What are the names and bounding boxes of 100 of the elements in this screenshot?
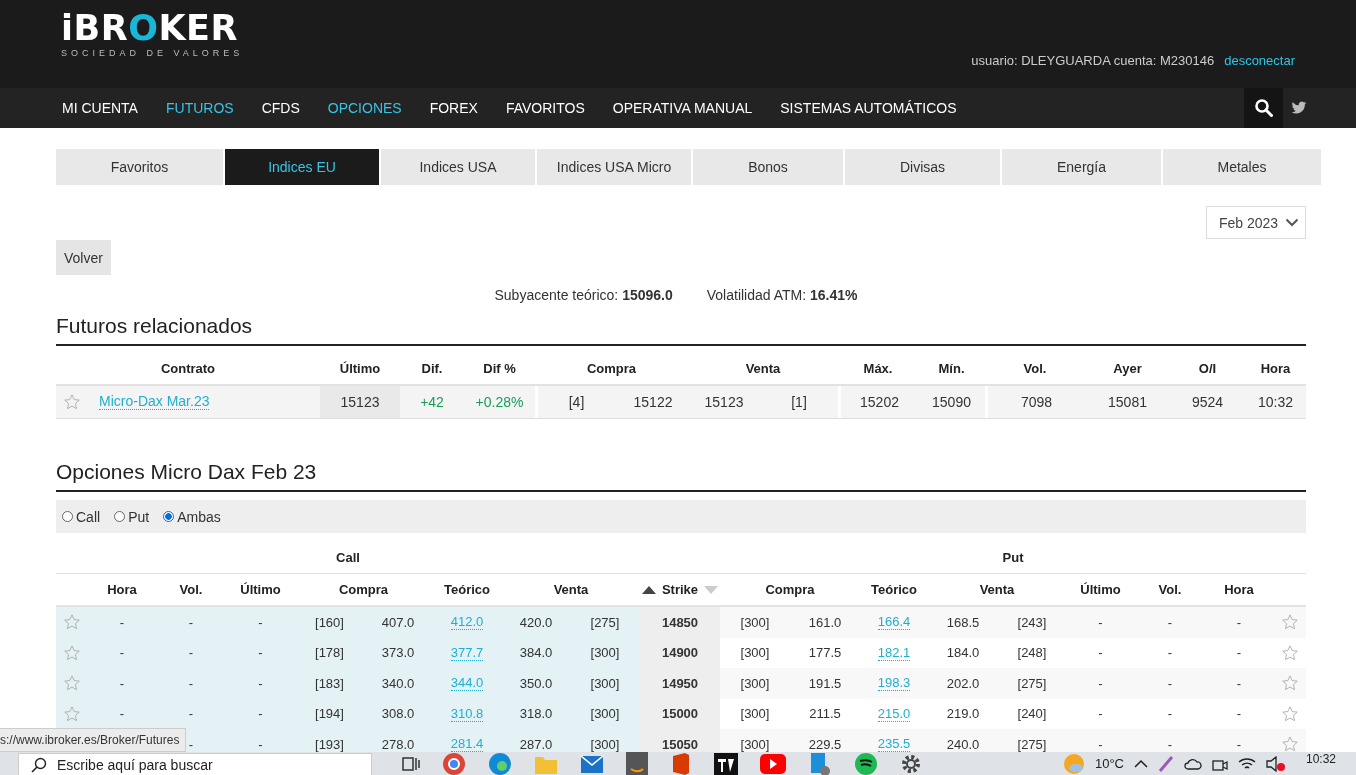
table-cell-text: 15122	[632, 393, 674, 412]
table-cell: -	[188, 736, 194, 752]
chart-app-icon[interactable]	[714, 752, 738, 775]
star-icon[interactable]	[63, 704, 81, 723]
column-header: O/I	[1197, 359, 1218, 378]
nav-menu-item[interactable]: OPERATIVA MANUAL	[612, 100, 753, 116]
wifi-icon[interactable]	[1237, 755, 1256, 772]
status-url-tooltip: s://www.ibroker.es/Broker/Futures	[0, 728, 187, 752]
star-icon[interactable]	[1280, 613, 1299, 632]
table-cell: [300]	[590, 675, 620, 691]
nav-menu-item[interactable]: FAVORITOS	[505, 100, 585, 116]
category-tab[interactable]: Energía	[1002, 149, 1161, 185]
office-app-icon[interactable]	[670, 752, 692, 775]
browser-icon[interactable]	[488, 752, 512, 775]
table-cell: 15090	[932, 394, 971, 410]
nav-menu-item[interactable]: FOREX	[429, 100, 478, 116]
music-app-icon[interactable]	[854, 752, 878, 775]
star-icon[interactable]	[1280, 674, 1299, 693]
category-tab[interactable]: Favoritos	[56, 149, 223, 185]
table-cell-text: [1]	[790, 393, 808, 412]
table-cell: -	[119, 706, 125, 722]
table-cell: 350.0	[519, 675, 553, 691]
table-cell: 373.0	[381, 645, 415, 661]
bird-icon	[1291, 101, 1307, 115]
muted-speaker-icon[interactable]	[1265, 755, 1286, 772]
task-view-icon[interactable]	[402, 755, 420, 772]
table-cell: -	[1167, 736, 1173, 752]
table-cell: 168.5	[946, 614, 980, 630]
table-cell: [300]	[740, 645, 770, 661]
table-cell: -	[1236, 645, 1242, 661]
category-tab[interactable]: Metales	[1163, 149, 1321, 185]
table-cell: -	[1167, 614, 1173, 630]
section-heading: Futuros relacionados	[56, 314, 1306, 346]
nav-menu-item[interactable]: CFDS	[261, 100, 300, 116]
chevron-down-icon	[1285, 218, 1299, 227]
browser-icon[interactable]	[442, 752, 466, 775]
category-tab[interactable]: Indices USA	[381, 149, 535, 185]
table-cell: [300]	[590, 706, 620, 722]
category-tab[interactable]: Divisas	[845, 149, 1000, 185]
table-cell: -	[1098, 706, 1103, 722]
column-header: Dif.	[420, 359, 444, 378]
back-button[interactable]: Volver	[56, 240, 111, 275]
column-header: Último	[239, 581, 282, 599]
table-cell: -	[188, 675, 194, 691]
account-info: usuario: DLEYGUARDA cuenta: M230146	[971, 53, 1215, 68]
nav-menu-item[interactable]: OPCIONES	[327, 100, 402, 116]
table-cell: +42	[420, 394, 444, 410]
strike-cell: 14900	[661, 645, 699, 661]
star-icon[interactable]	[1280, 735, 1299, 754]
nav-menu-item[interactable]: MI CUENTA	[62, 100, 138, 116]
logout-link[interactable]: desconectar	[1224, 53, 1295, 68]
table-cell: 15081	[1108, 394, 1147, 410]
taskbar-search-field[interactable]: Escribe aquí para buscar	[18, 753, 372, 775]
star-icon[interactable]	[1280, 704, 1299, 723]
nav-menu-item[interactable]: FUTUROS	[165, 100, 234, 116]
column-header: Venta	[978, 581, 1016, 599]
sort-up-icon[interactable]	[641, 585, 656, 594]
shopping-app-icon[interactable]	[626, 752, 648, 775]
table-cell: [300]	[590, 645, 620, 661]
radio-option[interactable]: Put	[114, 508, 150, 525]
category-tab[interactable]: Bonos	[693, 149, 843, 185]
table-cell: -	[119, 675, 125, 691]
pen-icon[interactable]	[1157, 755, 1174, 772]
column-header: Contrato	[159, 359, 217, 378]
strike-cell: 14950	[661, 675, 699, 691]
clock-time: 10:32	[1305, 752, 1336, 766]
column-header: Compra	[585, 359, 638, 378]
table-cell: [300]	[740, 675, 770, 691]
app-icon[interactable]	[808, 752, 832, 775]
table-cell: 318.0	[519, 706, 553, 722]
column-header: Vol.	[1157, 581, 1183, 599]
table-cell: 9524	[1191, 394, 1224, 410]
star-icon[interactable]	[63, 393, 81, 411]
chevron-up-icon[interactable]	[1133, 758, 1148, 769]
category-tab[interactable]: Indices USA Micro	[537, 149, 691, 185]
table-cell: -	[1098, 736, 1103, 752]
section-heading: Opciones Micro Dax Feb 23	[56, 460, 1306, 492]
table-cell: -	[1236, 675, 1242, 691]
table-cell: -	[188, 645, 194, 661]
search-icon	[31, 756, 47, 773]
settings-icon[interactable]	[900, 752, 922, 775]
star-icon[interactable]	[63, 643, 81, 662]
nav-menu-item[interactable]: SISTEMAS AUTOMÁTICOS	[780, 100, 957, 116]
radio-option[interactable]: Call	[62, 508, 101, 525]
star-icon[interactable]	[63, 674, 81, 693]
cloud-icon[interactable]	[1183, 757, 1202, 770]
column-header: Máx.	[862, 359, 894, 378]
table-cell: -	[258, 736, 263, 752]
category-tab[interactable]: Indices EU	[225, 149, 379, 185]
radio-option[interactable]: Ambas	[163, 508, 221, 525]
table-cell: 7098	[1020, 394, 1053, 410]
search-button[interactable]	[1244, 88, 1283, 128]
star-icon[interactable]	[1280, 643, 1299, 662]
table-cell: -	[258, 675, 263, 691]
video-app-icon[interactable]	[760, 753, 786, 774]
table-cell: 211.5	[809, 706, 841, 722]
column-header: Compra	[337, 581, 390, 599]
mail-icon[interactable]	[580, 753, 604, 774]
star-icon[interactable]	[63, 613, 81, 632]
month-dropdown[interactable]: Feb 2023	[1206, 206, 1306, 239]
